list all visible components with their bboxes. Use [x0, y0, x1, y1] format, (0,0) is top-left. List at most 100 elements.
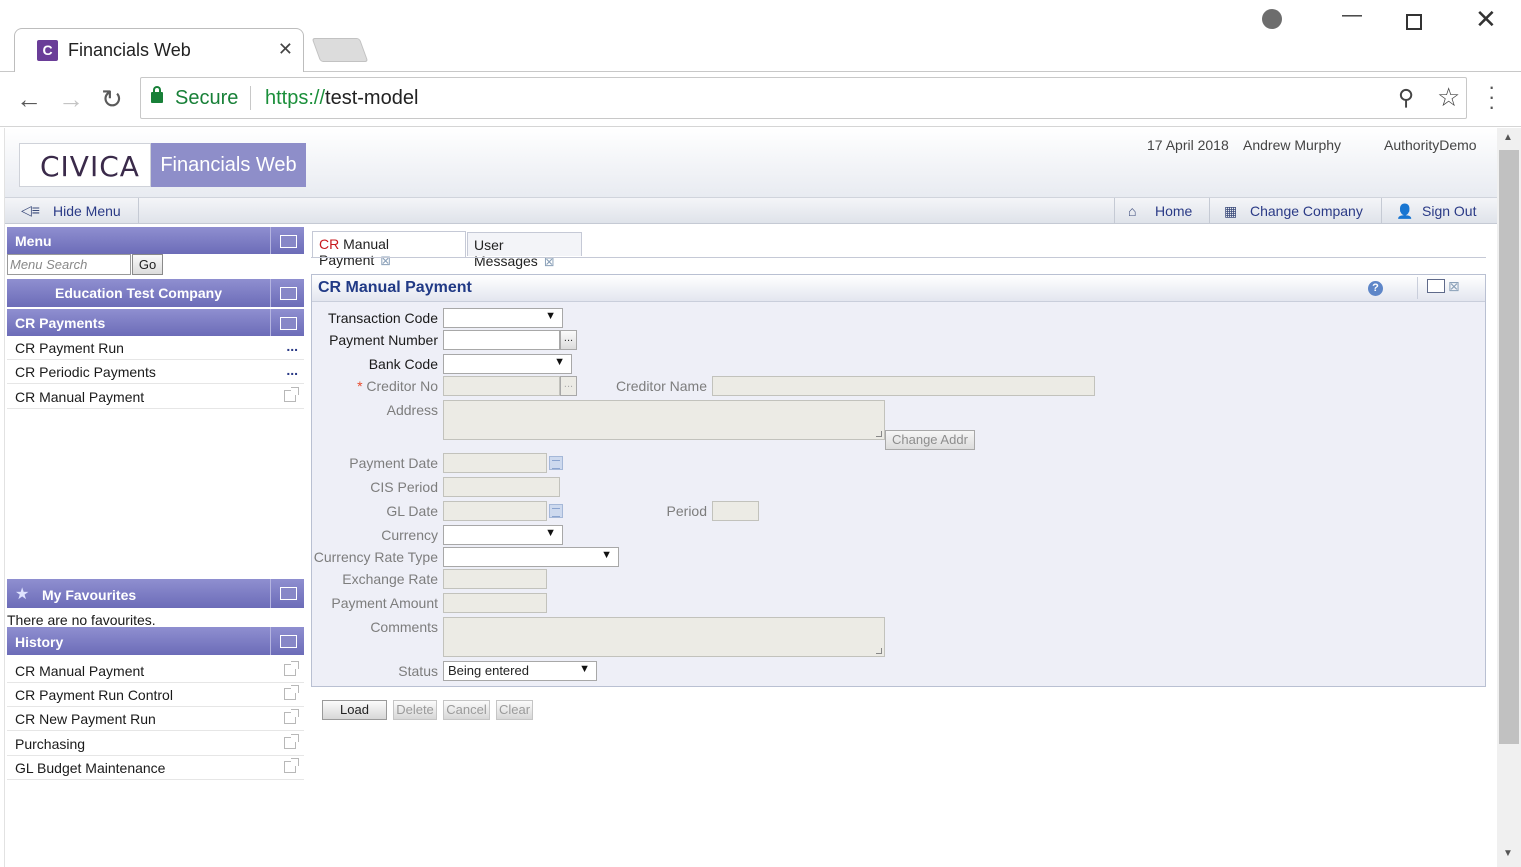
- period-field[interactable]: [712, 501, 759, 521]
- payment-number-field[interactable]: [443, 330, 560, 350]
- gl-date-field[interactable]: [443, 501, 547, 521]
- history-item-label: CR Payment Run Control: [15, 687, 173, 703]
- hide-menu-label: Hide Menu: [53, 203, 121, 219]
- calendar-icon[interactable]: [549, 504, 563, 518]
- sidebar-item-cr-payment-run[interactable]: CR Payment Run ...: [7, 336, 304, 360]
- open-external-icon[interactable]: [284, 758, 299, 773]
- sign-out-icon[interactable]: 👤: [1396, 203, 1413, 219]
- close-tab-icon[interactable]: ✕: [278, 39, 293, 60]
- history-panel-window-icon[interactable]: [270, 627, 304, 655]
- delete-button[interactable]: Delete: [393, 700, 437, 720]
- close-window-button[interactable]: ✕: [1475, 4, 1497, 35]
- payment-number-label: Payment Number: [329, 332, 438, 348]
- creditor-no-text: Creditor No: [366, 378, 438, 394]
- url-field[interactable]: Secure https://test-model ⚲ ☆: [140, 77, 1467, 119]
- history-item[interactable]: Purchasing: [7, 732, 304, 756]
- load-button[interactable]: Load: [322, 700, 387, 720]
- payment-number-lookup-button[interactable]: ...: [560, 330, 577, 350]
- creditor-name-label: Creditor Name: [615, 378, 707, 394]
- address-field[interactable]: [443, 400, 885, 440]
- bookmark-star-icon[interactable]: ☆: [1437, 82, 1460, 113]
- help-icon[interactable]: ?: [1368, 281, 1383, 296]
- open-external-icon[interactable]: [284, 685, 299, 700]
- history-item[interactable]: CR Manual Payment: [7, 659, 304, 683]
- menu-search-go-button[interactable]: Go: [132, 254, 163, 275]
- menu-search-input[interactable]: Menu Search: [7, 254, 131, 275]
- reload-icon[interactable]: ↻: [101, 84, 123, 115]
- scrollbar-thumb[interactable]: [1499, 150, 1519, 744]
- open-external-icon[interactable]: [284, 387, 299, 402]
- resize-handle[interactable]: [876, 648, 882, 654]
- company-panel-window-icon[interactable]: [270, 279, 304, 307]
- currency-select[interactable]: [443, 525, 563, 545]
- transaction-code-select[interactable]: [443, 308, 563, 328]
- more-options-icon[interactable]: ...: [286, 338, 298, 354]
- history-item[interactable]: CR New Payment Run: [7, 707, 304, 731]
- clear-button[interactable]: Clear: [496, 700, 533, 720]
- creditor-lookup-button[interactable]: ...: [560, 376, 577, 396]
- app-frame: CIVICA Financials Web 17 April 2018 Andr…: [4, 128, 1498, 867]
- payment-amount-field[interactable]: [443, 593, 547, 613]
- menu-title: Menu: [15, 233, 52, 249]
- browser-tabstrip: C Financials Web ✕ — ✕: [0, 0, 1521, 72]
- folder-up-icon[interactable]: [270, 309, 304, 336]
- gl-date-label: GL Date: [386, 503, 438, 519]
- calendar-icon[interactable]: [549, 456, 563, 470]
- creditor-no-field[interactable]: [443, 376, 560, 396]
- company-title: Education Test Company: [55, 285, 222, 301]
- open-external-icon[interactable]: [284, 709, 299, 724]
- exchange-rate-field[interactable]: [443, 569, 547, 589]
- change-company-link[interactable]: Change Company: [1250, 203, 1363, 219]
- address-bar: ← → ↻ Secure https://test-model ⚲ ☆ · · ·: [0, 72, 1521, 127]
- forward-icon[interactable]: →: [58, 84, 84, 115]
- favourites-panel-header: ★ My Favourites: [7, 579, 304, 608]
- url-host: test-model: [325, 87, 419, 109]
- close-tab-icon[interactable]: ⊠: [380, 253, 391, 268]
- menu-panel-window-icon[interactable]: [270, 227, 304, 254]
- creditor-name-field[interactable]: [712, 376, 1095, 396]
- open-external-icon[interactable]: [284, 661, 299, 676]
- more-options-icon[interactable]: ...: [286, 362, 298, 378]
- status-label: Status: [398, 663, 438, 679]
- open-external-icon[interactable]: [284, 734, 299, 749]
- resize-handle[interactable]: [876, 431, 882, 437]
- back-icon[interactable]: ←: [16, 84, 42, 115]
- comments-field[interactable]: [443, 617, 885, 657]
- change-addr-button[interactable]: Change Addr: [885, 430, 975, 450]
- civica-logo: CIVICA: [19, 143, 151, 187]
- period-label: Period: [666, 503, 707, 519]
- cancel-button[interactable]: Cancel: [443, 700, 490, 720]
- history-item[interactable]: GL Budget Maintenance: [7, 756, 304, 780]
- close-icon[interactable]: ⊠: [1448, 278, 1460, 295]
- sidebar-item-cr-manual-payment[interactable]: CR Manual Payment: [7, 385, 304, 409]
- sign-out-link[interactable]: Sign Out: [1422, 203, 1476, 219]
- new-tab-button[interactable]: [311, 38, 369, 62]
- status-select[interactable]: Being entered: [443, 661, 597, 681]
- tab-cr-manual-payment[interactable]: CR Manual Payment ⊠: [312, 231, 466, 268]
- cis-period-field[interactable]: [443, 477, 560, 497]
- zoom-icon[interactable]: ⚲: [1398, 85, 1414, 111]
- sidebar-item-cr-periodic-payments[interactable]: CR Periodic Payments ...: [7, 360, 304, 384]
- currency-label: Currency: [381, 527, 438, 543]
- bank-code-select[interactable]: [443, 354, 572, 374]
- currency-rate-type-select[interactable]: [443, 547, 619, 567]
- divider: [1381, 198, 1382, 224]
- home-icon[interactable]: ⌂: [1128, 203, 1144, 219]
- browser-tab[interactable]: C Financials Web ✕: [14, 28, 304, 72]
- browser-menu-icon[interactable]: · · ·: [1488, 76, 1495, 118]
- window-icon[interactable]: [1427, 279, 1445, 293]
- tab-user-messages[interactable]: User Messages ⊠: [467, 232, 582, 269]
- scroll-down-arrow-icon[interactable]: ▼: [1503, 848, 1513, 859]
- favourites-panel-window-icon[interactable]: [270, 579, 304, 608]
- lock-icon: [151, 86, 163, 103]
- history-item[interactable]: CR Payment Run Control: [7, 683, 304, 707]
- history-title: History: [15, 634, 64, 650]
- maximize-window-button[interactable]: [1406, 14, 1422, 30]
- scroll-up-arrow-icon[interactable]: ▲: [1503, 132, 1513, 143]
- home-link[interactable]: Home: [1155, 203, 1192, 219]
- change-company-icon[interactable]: ▦: [1224, 203, 1240, 219]
- profile-icon[interactable]: [1262, 9, 1282, 29]
- hide-menu-button[interactable]: ◁≡ Hide Menu: [5, 198, 139, 224]
- minimize-window-button[interactable]: —: [1342, 4, 1362, 27]
- payment-date-field[interactable]: [443, 453, 547, 473]
